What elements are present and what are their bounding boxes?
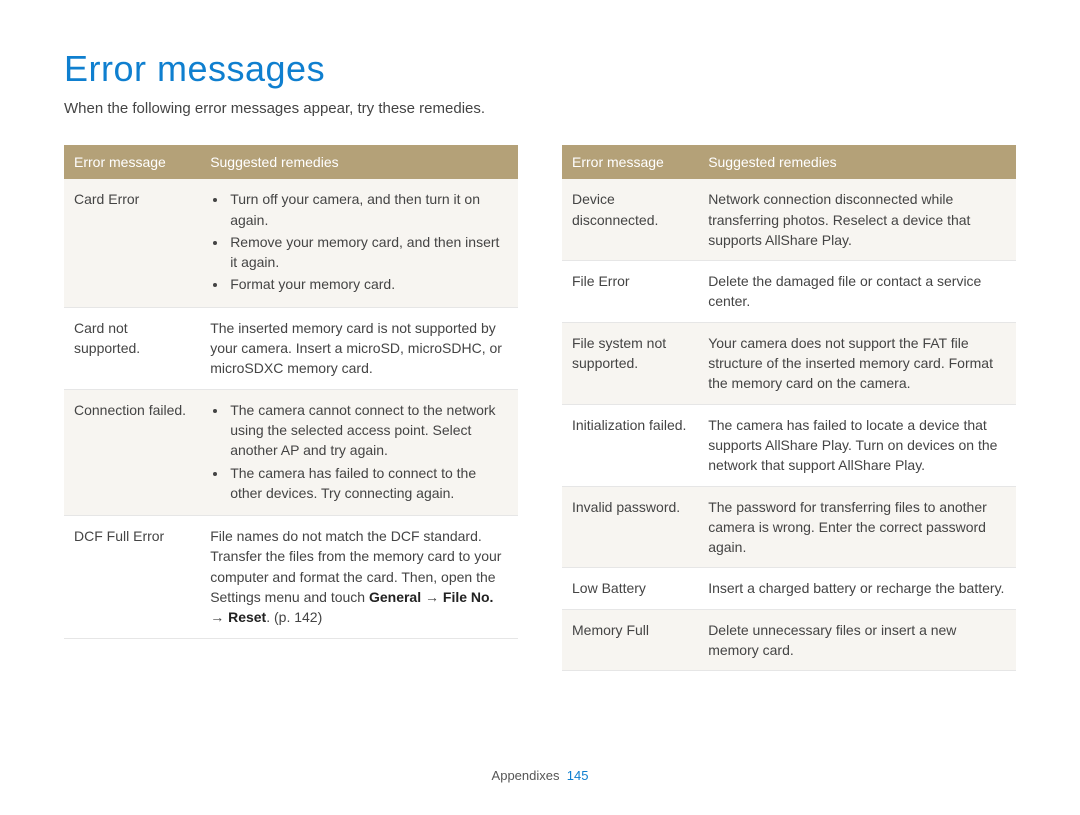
footer-section: Appendixes [492,768,560,783]
table-row: File system not supported.Your camera do… [562,322,1016,404]
remedy-cell: Delete the damaged file or contact a ser… [698,261,1016,323]
bold-text: File No. [443,589,494,605]
page-footer: Appendixes 145 [0,768,1080,783]
remedy-cell: Network connection disconnected while tr… [698,179,1016,260]
remedy-cell: Turn off your camera, and then turn it o… [200,179,518,307]
bold-text: General [369,589,421,605]
remedy-list: Turn off your camera, and then turn it o… [210,189,508,294]
error-message-cell: Connection failed. [64,389,200,515]
error-table-right: Error message Suggested remedies Device … [562,145,1016,671]
remedy-item: Turn off your camera, and then turn it o… [228,189,508,230]
remedy-cell: Insert a charged battery or recharge the… [698,568,1016,609]
th-suggested-remedies: Suggested remedies [698,145,1016,179]
error-message-cell: Card not supported. [64,307,200,389]
table-row: File ErrorDelete the damaged file or con… [562,261,1016,323]
two-column-layout: Error message Suggested remedies Card Er… [64,145,1016,671]
remedy-item: The camera cannot connect to the network… [228,400,508,461]
page-title: Error messages [64,48,1016,90]
error-message-cell: Memory Full [562,609,698,671]
remedy-item: Remove your memory card, and then insert… [228,232,508,273]
right-column: Error message Suggested remedies Device … [562,145,1016,671]
th-error-message: Error message [64,145,200,179]
error-message-cell: Card Error [64,179,200,307]
error-message-cell: Initialization failed. [562,404,698,486]
error-message-cell: Device disconnected. [562,179,698,260]
table-row: Card Error Turn off your camera, and then… [64,179,518,307]
error-message-cell: Low Battery [562,568,698,609]
error-table-left: Error message Suggested remedies Card Er… [64,145,518,639]
table-row: Memory FullDelete unnecessary files or i… [562,609,1016,671]
error-message-cell: Invalid password. [562,486,698,568]
bold-text: Reset [228,609,266,625]
remedy-cell: The camera has failed to locate a device… [698,404,1016,486]
table-row: Low BatteryInsert a charged battery or r… [562,568,1016,609]
remedy-cell: File names do not match the DCF standard… [200,516,518,638]
footer-page-number: 145 [567,768,589,783]
remedy-item: Format your memory card. [228,274,508,294]
table-row: Device disconnected.Network connection d… [562,179,1016,260]
page-content: Error messages When the following error … [0,0,1080,671]
error-message-cell: DCF Full Error [64,516,200,638]
remedy-item: The camera has failed to connect to the … [228,463,508,504]
table-row: Invalid password.The password for transf… [562,486,1016,568]
table-row: Initialization failed.The camera has fai… [562,404,1016,486]
th-error-message: Error message [562,145,698,179]
table-row: Card not supported.The inserted memory c… [64,307,518,389]
remedy-cell: The inserted memory card is not supporte… [200,307,518,389]
remedy-list: The camera cannot connect to the network… [210,400,508,503]
left-column: Error message Suggested remedies Card Er… [64,145,518,671]
error-message-cell: File Error [562,261,698,323]
remedy-cell: Delete unnecessary files or insert a new… [698,609,1016,671]
remedy-cell: Your camera does not support the FAT fil… [698,322,1016,404]
remedy-cell: The camera cannot connect to the network… [200,389,518,515]
intro-text: When the following error messages appear… [64,100,1016,117]
th-suggested-remedies: Suggested remedies [200,145,518,179]
remedy-cell: The password for transferring files to a… [698,486,1016,568]
error-message-cell: File system not supported. [562,322,698,404]
table-row: Connection failed. The camera cannot conn… [64,389,518,515]
table-row: DCF Full ErrorFile names do not match th… [64,516,518,638]
